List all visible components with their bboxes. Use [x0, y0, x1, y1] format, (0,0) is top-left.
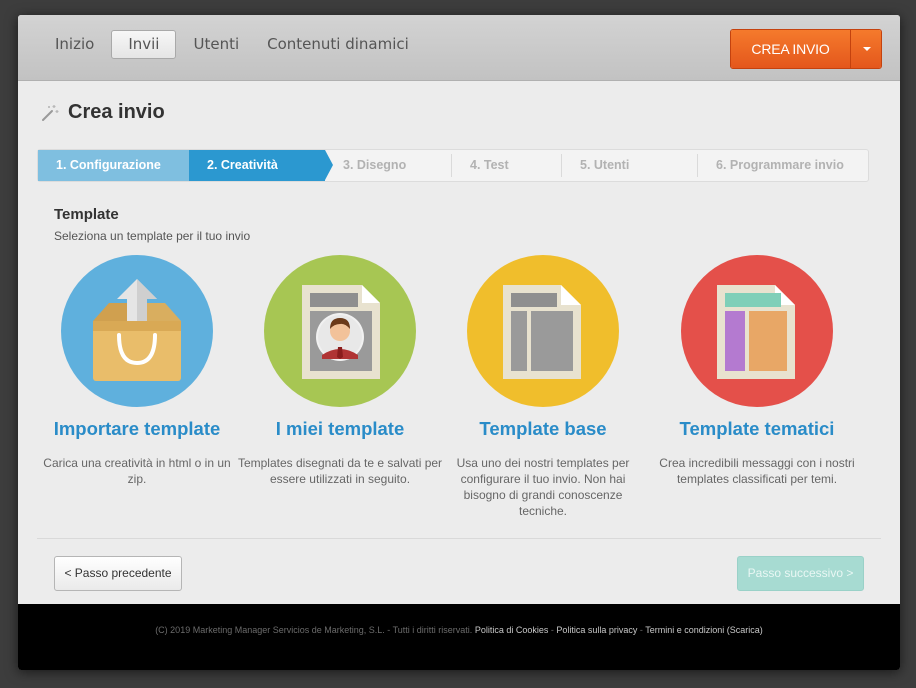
step-programmare-invio: 6. Programmare invio [716, 158, 844, 172]
footer-link-privacy[interactable]: Politica sulla privacy [556, 625, 637, 635]
section-subtitle: Seleziona un template per il tuo invio [54, 229, 251, 243]
previous-step-button[interactable]: < Passo precedente [54, 556, 182, 591]
create-send-button-group: CREA INVIO [730, 29, 882, 69]
top-navbar: Inizio Invii Utenti Contenuti dinamici C… [18, 15, 900, 81]
footer-text: (C) 2019 Marketing Manager Servicios de … [18, 604, 900, 656]
next-step-button[interactable]: Passo successivo > [737, 556, 864, 591]
section-title: Template [54, 206, 119, 223]
page-title: Crea invio [68, 101, 165, 123]
step-creativita[interactable]: 2. Creatività [189, 150, 333, 181]
card-miei-template[interactable]: I miei template Templates disegnati da t… [235, 255, 445, 487]
card-description: Crea incredibili messaggi con i nostri t… [659, 456, 855, 486]
card-description: Templates disegnati da te e salvati per … [237, 456, 443, 486]
magic-wand-icon [42, 104, 59, 121]
nav-item-inizio[interactable]: Inizio [44, 30, 105, 59]
card-description: Usa uno dei nostri templates per configu… [456, 456, 630, 518]
upload-box-icon [61, 255, 213, 407]
step-utenti: 5. Utenti [562, 150, 698, 181]
card-template-base[interactable]: Template base Usa uno dei nostri templat… [438, 255, 648, 519]
card-title: Template base [479, 418, 607, 439]
nav-item-invii[interactable]: Invii [111, 30, 177, 59]
card-template-tematici[interactable]: Template tematici Crea incredibili messa… [652, 255, 862, 487]
footer-copyright: (C) 2019 Marketing Manager Servicios de … [155, 625, 473, 635]
main-nav: Inizio Invii Utenti Contenuti dinamici [44, 30, 420, 59]
app-window: Inizio Invii Utenti Contenuti dinamici C… [18, 15, 900, 670]
nav-item-contenuti-dinamici[interactable]: Contenuti dinamici [256, 30, 420, 59]
create-send-button[interactable]: CREA INVIO [731, 30, 850, 68]
themed-template-icon [681, 255, 833, 407]
wizard-steps: 1. Configurazione 2. Creatività 3. Diseg… [37, 149, 869, 182]
page-header: Crea invio [40, 101, 165, 124]
chevron-down-icon[interactable] [850, 30, 881, 68]
step-configurazione[interactable]: 1. Configurazione [38, 150, 189, 181]
card-description: Carica una creatività in html o in un zi… [43, 456, 231, 486]
footer-link-cookies[interactable]: Politica di Cookies [475, 625, 549, 635]
nav-item-utenti[interactable]: Utenti [182, 30, 250, 59]
card-title: Template tematici [679, 418, 835, 439]
base-template-icon [467, 255, 619, 407]
step-disegno: 3. Disegno [325, 150, 452, 181]
card-title: I miei template [275, 418, 405, 439]
divider [37, 538, 881, 539]
user-template-icon [264, 255, 416, 407]
footer: (C) 2019 Marketing Manager Servicios de … [18, 604, 900, 670]
card-importare-template[interactable]: Importare template Carica una creatività… [32, 255, 242, 487]
card-title: Importare template [53, 418, 221, 439]
footer-link-terms[interactable]: Termini e condizioni (Scarica) [645, 625, 763, 635]
step-test: 4. Test [452, 150, 562, 181]
